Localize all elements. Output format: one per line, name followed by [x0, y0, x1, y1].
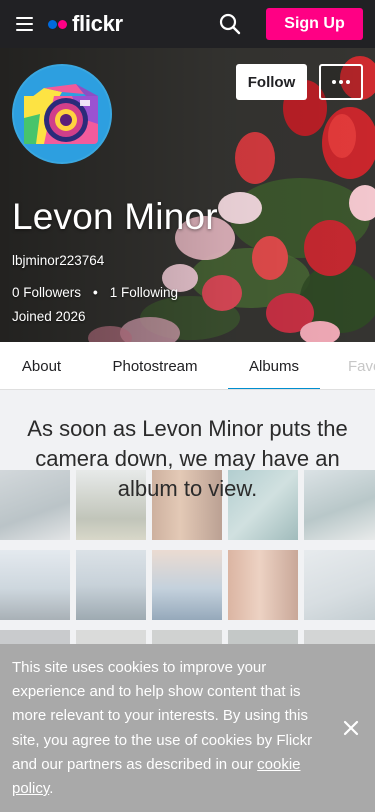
placeholder-thumb	[76, 550, 146, 620]
albums-empty-state: As soon as Levon Minor puts the camera d…	[0, 390, 375, 644]
placeholder-thumb	[0, 550, 70, 620]
logo-text: flickr	[72, 11, 123, 36]
more-options-button[interactable]	[319, 64, 363, 100]
tab-albums[interactable]: Albums	[228, 342, 320, 389]
profile-tabs: About Photostream Albums Fave	[0, 342, 375, 390]
cookie-trailing: .	[49, 780, 54, 798]
logo-pink-dot	[58, 19, 67, 29]
sign-up-button[interactable]: Sign Up	[266, 8, 363, 40]
followers-link[interactable]: 0 Followers	[12, 285, 81, 300]
logo-blue-dot	[48, 19, 57, 29]
follow-button[interactable]: Follow	[236, 64, 307, 100]
profile-username: lbjminor223764	[12, 253, 105, 268]
following-link[interactable]: 1 Following	[110, 285, 178, 300]
tab-faves[interactable]: Fave	[336, 342, 375, 389]
profile-avatar[interactable]	[12, 64, 112, 164]
more-dots-icon	[332, 80, 336, 84]
cookie-banner: This site uses cookies to improve your e…	[0, 644, 375, 812]
placeholder-thumb	[152, 550, 222, 620]
profile-stats: 0 Followers • 1 Following	[12, 285, 178, 300]
joined-date: Joined 2026	[12, 309, 86, 324]
placeholder-thumb	[228, 630, 298, 644]
flickr-logo[interactable]: flickr	[48, 11, 123, 37]
albums-empty-message: As soon as Levon Minor puts the camera d…	[27, 416, 348, 501]
placeholder-thumb	[304, 630, 375, 644]
placeholder-thumb	[0, 630, 70, 644]
search-icon[interactable]	[219, 13, 241, 35]
cookie-text: This site uses cookies to improve your e…	[12, 656, 325, 801]
close-icon[interactable]	[343, 720, 359, 736]
placeholder-thumb	[228, 550, 298, 620]
tab-photostream[interactable]: Photostream	[98, 342, 212, 389]
profile-cover: Follow Levon Minor lbjminor223764 0 Foll…	[0, 48, 375, 342]
profile-name: Levon Minor	[12, 196, 218, 237]
tab-about[interactable]: About	[0, 342, 83, 389]
camera-avatar-icon	[14, 66, 110, 162]
placeholder-thumb	[304, 550, 375, 620]
top-navigation-bar: flickr Sign Up	[0, 0, 375, 48]
stats-separator: •	[93, 285, 98, 300]
placeholder-thumb	[152, 630, 222, 644]
hamburger-menu-icon[interactable]	[16, 17, 33, 31]
placeholder-thumb	[76, 630, 146, 644]
